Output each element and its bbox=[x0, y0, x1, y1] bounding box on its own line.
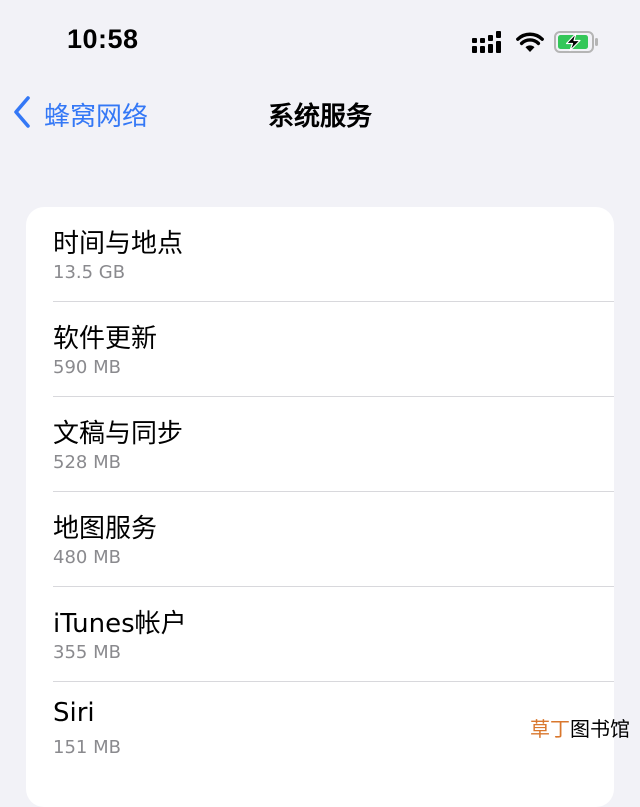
list-item-size: 355 MB bbox=[53, 642, 121, 663]
list-item-title: 时间与地点 bbox=[53, 229, 184, 259]
list-item-software-update[interactable]: 软件更新 590 MB bbox=[26, 302, 614, 397]
status-time: 10:58 bbox=[67, 24, 139, 54]
wifi-icon bbox=[516, 31, 544, 53]
list-item-size: 590 MB bbox=[53, 357, 121, 378]
list-item-title: 文稿与同步 bbox=[53, 419, 184, 449]
page-title: 系统服务 bbox=[267, 102, 372, 132]
services-list: 时间与地点 13.5 GB 软件更新 590 MB 文稿与同步 528 MB 地… bbox=[26, 207, 614, 807]
list-item-title: Siri bbox=[53, 698, 95, 728]
list-item-title: iTunes帐户 bbox=[53, 609, 187, 639]
list-item-title: 软件更新 bbox=[53, 324, 158, 354]
watermark: 草丁图书馆 bbox=[530, 713, 630, 742]
list-item-itunes-account[interactable]: iTunes帐户 355 MB bbox=[26, 587, 614, 682]
list-item-documents-sync[interactable]: 文稿与同步 528 MB bbox=[26, 397, 614, 492]
watermark-text: 图书馆 bbox=[570, 717, 630, 741]
status-bar: 10:58 bbox=[0, 0, 640, 84]
list-item-size: 528 MB bbox=[53, 452, 121, 473]
battery-charging-icon bbox=[554, 31, 600, 53]
list-item-maps[interactable]: 地图服务 480 MB bbox=[26, 492, 614, 587]
status-icons bbox=[472, 30, 600, 54]
list-item-siri[interactable]: Siri 151 MB bbox=[26, 682, 614, 777]
navigation-bar: 蜂窝网络 系统服务 bbox=[0, 84, 640, 144]
cellular-signal-icon bbox=[472, 31, 506, 53]
list-item-size: 151 MB bbox=[53, 737, 121, 758]
watermark-accent: 草丁 bbox=[530, 717, 570, 741]
list-item-size: 13.5 GB bbox=[53, 262, 126, 283]
list-item-size: 480 MB bbox=[53, 547, 121, 568]
list-item-time-location[interactable]: 时间与地点 13.5 GB bbox=[26, 207, 614, 302]
list-item-title: 地图服务 bbox=[53, 514, 158, 544]
